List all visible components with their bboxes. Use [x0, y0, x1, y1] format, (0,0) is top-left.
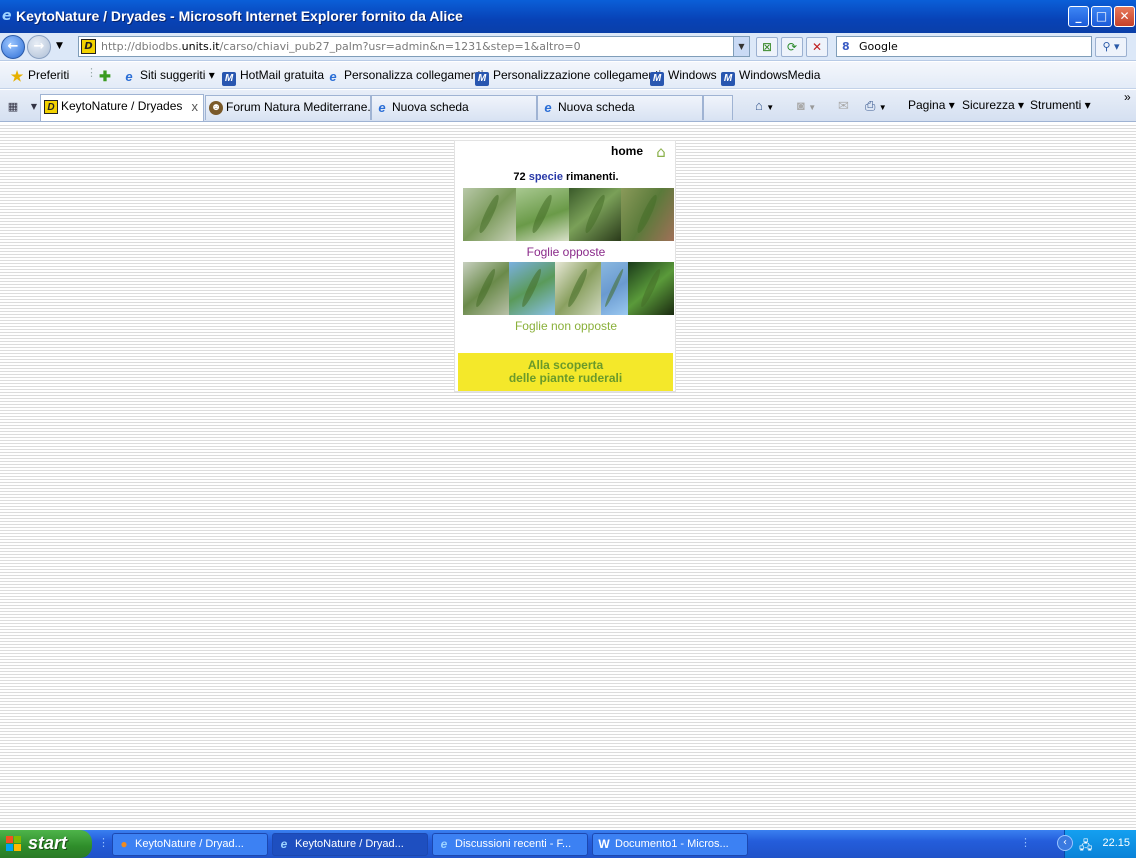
back-button[interactable]: ← [1, 35, 25, 59]
favorites-button[interactable]: ★ Preferiti [10, 68, 70, 84]
page-content: home ⌂ 72 specie rimanenti. Foglie oppos… [0, 123, 1136, 830]
fav-link-personalizzazione[interactable]: M Personalizzazione collegamenti [475, 68, 661, 86]
feeds-icon[interactable]: ◙ ▼ [797, 98, 816, 113]
favorites-bar: ★ Preferiti ⋮ ✚ e Siti suggeriti ▾ M HotMai… [0, 62, 1136, 89]
more-commands-icon[interactable]: » [1124, 90, 1131, 104]
fav-link-windowsmedia[interactable]: M WindowsMedia [721, 68, 820, 86]
new-tab-button[interactable] [703, 95, 733, 120]
security-menu[interactable]: Sicurezza ▾ [962, 98, 1024, 112]
msn-icon: M [475, 72, 489, 86]
address-dropdown-icon[interactable]: ▼ [733, 37, 749, 56]
forum-icon: ☻ [209, 101, 223, 115]
leaf-photo[interactable] [515, 188, 569, 241]
firefox-icon: ● [120, 837, 128, 851]
choice-opposite-leaves[interactable]: Foglie opposte [455, 245, 677, 259]
non-opposite-leaves-images[interactable] [463, 262, 675, 315]
fav-link-personalizza[interactable]: e Personalizza collegamenti [326, 68, 483, 84]
search-value: Google [859, 40, 898, 53]
home-icon[interactable]: ⌂ ▼ [755, 98, 774, 113]
close-window-button[interactable]: ✕ [1114, 6, 1135, 27]
ie-icon: e [280, 837, 288, 851]
ie-page-icon: e [329, 69, 337, 84]
system-tray: ‹ 🖧 22.15 [1057, 830, 1136, 858]
clock: 22.15 [1102, 837, 1130, 849]
address-toolbar: ← → ▼ D http://dbiodbs.units.it/carso/ch… [0, 33, 1136, 61]
msn-icon: M [222, 72, 236, 86]
ie-logo-icon: e [2, 8, 12, 24]
leaf-photo[interactable] [463, 188, 516, 241]
ie-page-icon: e [125, 69, 133, 84]
ruderal-plants-banner[interactable]: Alla scoperta delle piante ruderali [458, 353, 673, 391]
compatibility-icon[interactable]: ⊠ [756, 37, 778, 57]
dryades-icon: D [44, 100, 58, 114]
choice-non-opposite-leaves[interactable]: Foglie non opposte [455, 319, 677, 333]
ie-icon: e [544, 100, 552, 115]
refresh-icon[interactable]: ⟳ [781, 37, 803, 57]
start-button[interactable]: start [0, 830, 92, 858]
windows-flag-icon [6, 836, 22, 852]
tab-forum[interactable]: ☻ Forum Natura Mediterrane... [205, 95, 371, 120]
star-icon: ★ [10, 68, 24, 84]
tab-bar: ▦ ▼ D KeytoNature / Dryades x ☻ Forum Na… [0, 90, 1136, 122]
tab-keytonature[interactable]: D KeytoNature / Dryades x [40, 94, 204, 121]
home-link[interactable]: home [611, 144, 643, 158]
page-menu[interactable]: Pagina ▾ [908, 98, 955, 112]
ie-icon: e [378, 100, 386, 115]
search-input[interactable]: 8 Google [836, 36, 1092, 57]
taskbar: start ⋮ ● KeytoNature / Dryad... e Keyto… [0, 830, 1136, 858]
tab-new-1[interactable]: e Nuova scheda [371, 95, 537, 120]
msn-icon: M [650, 72, 664, 86]
network-icon[interactable]: 🖧 [1079, 836, 1092, 857]
window-title: KeytoNature / Dryades - Microsoft Intern… [16, 8, 463, 24]
title-bar: e KeytoNature / Dryades - Microsoft Inte… [0, 0, 1136, 33]
leaf-photo[interactable] [463, 262, 509, 315]
task-ie-discussioni[interactable]: e Discussioni recenti - F... [432, 833, 588, 856]
url-host: units.it [181, 40, 220, 53]
forward-button[interactable]: → [27, 35, 51, 59]
task-firefox[interactable]: ● KeytoNature / Dryad... [112, 833, 268, 856]
leaf-photo[interactable] [621, 188, 674, 241]
maximize-button[interactable]: □ [1091, 6, 1112, 27]
url-prefix: http://dbiodbs. [101, 40, 182, 53]
site-favicon-icon: D [81, 39, 96, 54]
leaf-photo[interactable] [508, 262, 555, 315]
key-panel: home ⌂ 72 specie rimanenti. Foglie oppos… [454, 140, 676, 392]
quick-tabs-icon[interactable]: ▦ [3, 98, 23, 116]
minimize-button[interactable]: _ [1068, 6, 1089, 27]
word-icon: W [598, 837, 610, 851]
mail-icon[interactable]: ✉ [838, 98, 849, 114]
opposite-leaves-images[interactable] [463, 188, 674, 241]
search-provider-icon: 8 [842, 40, 850, 53]
fav-link-hotmail[interactable]: M HotMail gratuita [222, 68, 324, 86]
task-word[interactable]: W Documento1 - Micros... [592, 833, 748, 856]
tab-new-2[interactable]: e Nuova scheda [537, 95, 703, 120]
house-icon[interactable]: ⌂ [652, 143, 670, 161]
url-path: /carso/chiavi_pub27_palm?usr=admin&n=123… [219, 40, 581, 53]
species-link[interactable]: specie [529, 171, 563, 183]
fav-link-siti-suggeriti[interactable]: e Siti suggeriti ▾ [122, 68, 214, 84]
fav-link-windows[interactable]: M Windows [650, 68, 717, 86]
taskbar-grip: ⋮ [98, 836, 109, 849]
print-icon[interactable]: ⎙ ▼ [865, 98, 887, 114]
remaining-count: 72 specie rimanenti. [513, 171, 619, 183]
toolbar-grip: ⋮ [86, 66, 97, 79]
leaf-photo[interactable] [628, 262, 675, 315]
history-dropdown-icon[interactable]: ▼ [56, 41, 63, 51]
leaf-photo[interactable] [600, 262, 629, 315]
show-hidden-icons-icon[interactable]: ‹ [1057, 835, 1073, 851]
add-favorite-icon[interactable]: ✚ [98, 68, 116, 83]
tools-menu[interactable]: Strumenti ▾ [1030, 98, 1091, 112]
leaf-photo[interactable] [554, 262, 601, 315]
search-button[interactable]: ⚲ ▾ [1095, 37, 1127, 57]
ie-icon: e [440, 837, 448, 851]
leaf-photo[interactable] [568, 188, 622, 241]
stop-icon[interactable]: ✕ [806, 37, 828, 57]
taskbar-grip: ⋮ [1020, 836, 1031, 849]
close-tab-icon[interactable]: x [192, 95, 199, 118]
address-bar[interactable]: D http://dbiodbs.units.it/carso/chiavi_p… [78, 36, 750, 57]
task-ie-keytonature[interactable]: e KeytoNature / Dryad... [272, 833, 428, 856]
msn-icon: M [721, 72, 735, 86]
